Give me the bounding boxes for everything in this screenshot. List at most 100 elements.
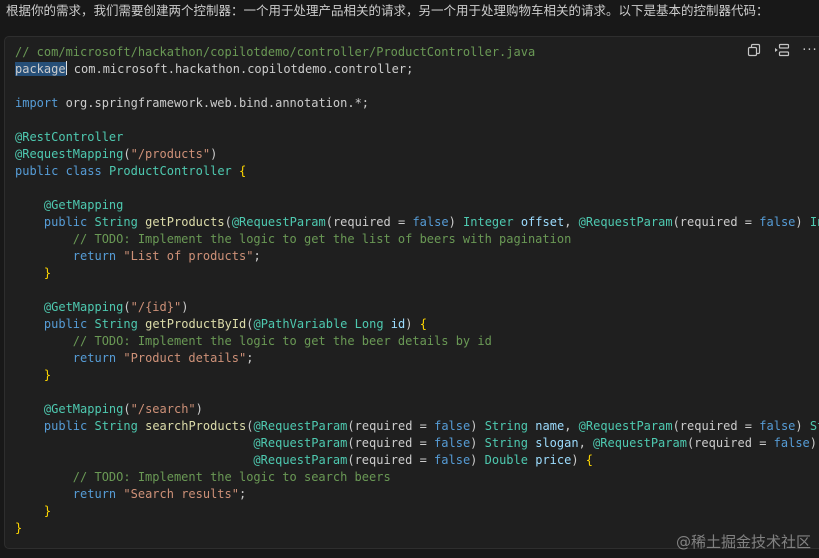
code-token-plain: (required =: [347, 436, 435, 450]
code-line: @RequestParam(required = false) Double p…: [15, 452, 819, 469]
code-token-plain: ): [470, 419, 485, 433]
code-token-keyword: public: [43, 317, 88, 331]
code-token-param: slogan: [535, 436, 579, 450]
code-token-function: searchProducts: [145, 419, 247, 433]
code-token-type: Double: [484, 453, 528, 467]
code-token-plain: (required =: [347, 453, 435, 467]
code-line: @RequestMapping("/products"): [15, 146, 819, 163]
code-line: // com/microsoft/hackathon/copilotdemo/c…: [15, 44, 819, 61]
code-token-param: name: [535, 419, 565, 433]
code-line: public String getProductById(@PathVariab…: [15, 316, 819, 333]
code-token-keyword: public: [43, 215, 88, 229]
code-line: return "Product details";: [15, 350, 819, 367]
code-token-plain: org.springframework.web.bind.annotation.…: [58, 96, 370, 110]
code-line: @GetMapping("/search"): [15, 401, 819, 418]
code-token-keyword: false: [434, 419, 471, 433]
code-line: // TODO: Implement the logic to get the …: [15, 333, 819, 350]
code-token-plain: ): [795, 215, 810, 229]
code-token-plain: ,: [578, 436, 594, 450]
code-token-plain: ): [210, 147, 218, 161]
code-line: // TODO: Implement the logic to search b…: [15, 469, 819, 486]
code-block-toolbar: ···: [741, 37, 819, 63]
code-token-type: String: [484, 436, 528, 450]
code-token-annotation: @RequestParam: [253, 453, 348, 467]
code-token-plain: (required =: [672, 215, 760, 229]
code-line: }: [15, 265, 819, 282]
code-token-plain: ): [795, 419, 810, 433]
assistant-intro-text: 根据你的需求，我们需要创建两个控制器：一个用于处理产品相关的请求，另一个用于处理…: [6, 3, 769, 18]
code-token-keyword: return: [72, 351, 117, 365]
code-token-keyword: false: [434, 453, 471, 467]
code-token-string: "Search results": [123, 487, 239, 501]
code-token-keyword: public: [15, 164, 59, 178]
code-token-type: String: [94, 419, 138, 433]
code-token-annotation: @RequestMapping: [15, 147, 124, 161]
code-token-comment: // TODO: Implement the logic to get the …: [72, 232, 572, 246]
code-line: @GetMapping: [15, 197, 819, 214]
code-token-sel: package: [15, 62, 66, 76]
insert-at-cursor-button[interactable]: [773, 41, 791, 59]
copy-button[interactable]: [745, 41, 763, 59]
code-token-string: "/{id}": [130, 300, 182, 314]
code-token-type: ProductController: [108, 164, 232, 178]
code-token-plain: (: [123, 402, 131, 416]
code-token-plain: ,: [564, 419, 579, 433]
code-token-param: offset: [520, 215, 565, 229]
code-token-brace: }: [43, 266, 52, 280]
code-token-type: String: [484, 419, 529, 433]
insert-at-cursor-icon: [775, 43, 790, 57]
code-token-string: "Product details": [123, 351, 247, 365]
code-token-type: String: [809, 419, 819, 433]
code-token-plain: (required =: [325, 215, 413, 229]
code-line: }: [15, 503, 819, 520]
more-actions-button[interactable]: ···: [801, 41, 819, 59]
code-block: ··· // com/microsoft/hackathon/copilotde…: [4, 36, 819, 549]
code-token-annotation: @RequestParam: [578, 215, 673, 229]
code-token-annotation: @RequestParam: [253, 436, 348, 450]
code-token-param: id: [390, 317, 406, 331]
code-token-type: String: [94, 317, 138, 331]
code-token-keyword: return: [72, 487, 117, 501]
code-token-annotation: @PathVariable: [253, 317, 348, 331]
code-token-plain: com.microsoft.hackathon.copilotdemo.cont…: [66, 62, 414, 76]
code-line: return "Search results";: [15, 486, 819, 503]
code-token-keyword: false: [759, 215, 796, 229]
code-token-plain: ;: [246, 351, 254, 365]
code-line: // TODO: Implement the logic to get the …: [15, 231, 819, 248]
code-line: return "List of products";: [15, 248, 819, 265]
code-token-annotation: @RequestParam: [593, 436, 687, 450]
code-token-brace: {: [585, 453, 594, 467]
code-token-function: getProductById: [145, 317, 247, 331]
code-token-function: getProducts: [145, 215, 225, 229]
code-token-annotation: @RestController: [15, 130, 124, 144]
code-line: import org.springframework.web.bind.anno…: [15, 95, 819, 112]
code-token-string: "/products": [130, 147, 211, 161]
code-token-plain: (: [123, 300, 131, 314]
code-token-keyword: false: [759, 419, 796, 433]
code-token-keyword: false: [773, 436, 810, 450]
code-line: package com.microsoft.hackathon.copilotd…: [15, 61, 819, 78]
code-token-plain: (: [123, 147, 131, 161]
code-token-comment: // com/microsoft/hackathon/copilotdemo/c…: [15, 45, 536, 59]
code-token-type: Long: [354, 317, 384, 331]
